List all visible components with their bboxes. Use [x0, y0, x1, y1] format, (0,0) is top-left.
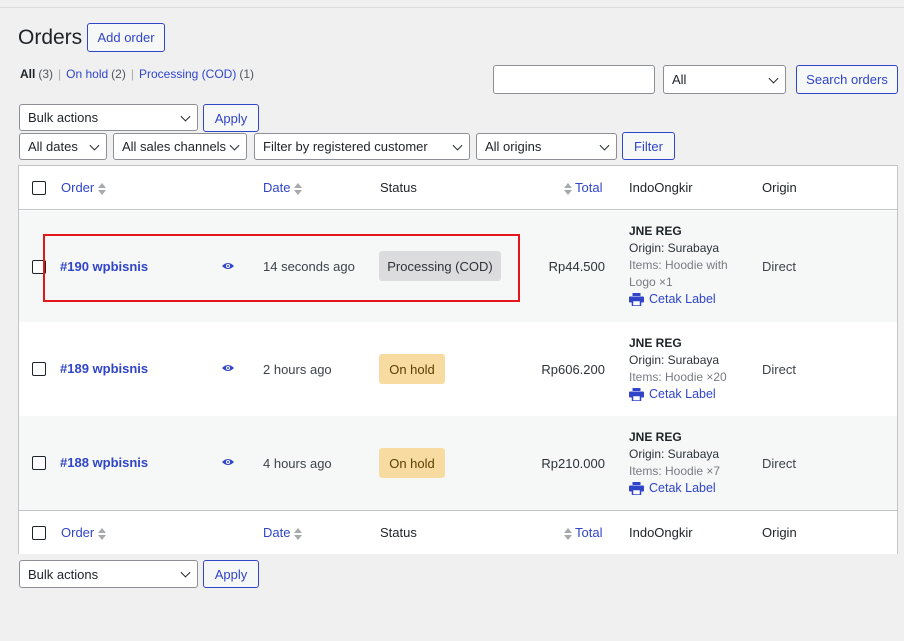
sort-icon — [98, 527, 107, 540]
chevron-down-icon — [768, 73, 779, 84]
select-all-checkbox[interactable] — [32, 181, 46, 195]
ship-items: Items: Hoodie ×20 — [629, 370, 727, 384]
courier: JNE REG — [629, 336, 682, 350]
ship-origin: Origin: Surabaya — [629, 241, 720, 255]
order-link[interactable]: #188 wpbisnis — [60, 455, 148, 470]
sort-icon — [564, 527, 572, 540]
column-status: Status — [380, 525, 417, 540]
order-link[interactable]: #189 wpbisnis — [60, 361, 148, 376]
ship-items: Items: Hoodie ×7 — [629, 464, 721, 478]
printer-icon — [629, 388, 644, 401]
filter-sales-channels-select[interactable]: All sales channels — [113, 133, 247, 160]
print-label-link[interactable]: Cetak Label — [629, 291, 741, 308]
column-indoongkir: IndoOngkir — [629, 525, 693, 540]
select-all-checkbox-footer[interactable] — [32, 526, 46, 540]
order-date: 4 hours ago — [263, 456, 332, 471]
ship-origin: Origin: Surabaya — [629, 447, 720, 461]
chevron-down-icon — [180, 111, 191, 122]
orders-table: Order Date Status Total IndoOngkir Origi… — [18, 165, 898, 554]
table-row[interactable]: #188 wpbisnis 4 hours ago On hold Rp210.… — [19, 416, 897, 510]
order-origin: Direct — [762, 259, 796, 274]
order-total: Rp606.200 — [541, 362, 605, 377]
order-origin: Direct — [762, 362, 796, 377]
column-date[interactable]: Date — [263, 180, 303, 195]
top-divider — [0, 7, 904, 8]
row-checkbox[interactable] — [32, 456, 46, 470]
chevron-down-icon — [89, 140, 100, 151]
page-title: Orders — [18, 26, 83, 49]
separator: | — [130, 67, 134, 81]
filter-dates-select[interactable]: All dates — [19, 133, 107, 160]
ship-items: Items: Hoodie with Logo ×1 — [629, 258, 728, 289]
courier: JNE REG — [629, 224, 682, 238]
order-origin: Direct — [762, 456, 796, 471]
status-badge: On hold — [379, 448, 445, 478]
search-input[interactable] — [493, 65, 655, 94]
status-link-all[interactable]: All (3) — [20, 67, 53, 81]
chevron-down-icon — [599, 140, 610, 151]
order-total: Rp210.000 — [541, 456, 605, 471]
table-row[interactable]: #189 wpbisnis 2 hours ago On hold Rp606.… — [19, 322, 897, 416]
table-footer: Order Date Status Total IndoOngkir Origi… — [19, 510, 897, 554]
column-origin: Origin — [762, 525, 797, 540]
filter-customer-select[interactable]: Filter by registered customer — [254, 133, 470, 160]
bulk-actions-select-bottom[interactable]: Bulk actions — [19, 560, 198, 588]
eye-icon[interactable] — [222, 364, 234, 372]
status-filter-links: All (3) | On hold (2) | Processing (COD) (1… — [20, 67, 254, 81]
filter-origins-select[interactable]: All origins — [476, 133, 617, 160]
filter-button[interactable]: Filter — [622, 132, 675, 160]
apply-button-top[interactable]: Apply — [203, 104, 259, 132]
printer-icon — [629, 293, 644, 306]
print-label-link[interactable]: Cetak Label — [629, 480, 741, 497]
column-indoongkir: IndoOngkir — [629, 180, 693, 195]
column-origin: Origin — [762, 180, 797, 195]
apply-button-bottom[interactable]: Apply — [203, 560, 259, 588]
search-orders-button[interactable]: Search orders — [796, 65, 898, 94]
column-order[interactable]: Order — [61, 525, 107, 540]
sort-icon — [564, 182, 572, 195]
search-type-select[interactable]: All — [663, 65, 786, 94]
status-link-on-hold[interactable]: On hold (2) — [66, 67, 126, 81]
separator: | — [58, 67, 62, 81]
sort-icon — [294, 182, 303, 195]
status-link-processing-cod[interactable]: Processing (COD) (1) — [139, 67, 254, 81]
printer-icon — [629, 482, 644, 495]
sort-icon — [294, 527, 303, 540]
chevron-down-icon — [452, 140, 463, 151]
order-total: Rp44.500 — [548, 259, 605, 274]
table-header: Order Date Status Total IndoOngkir Origi… — [19, 166, 897, 210]
column-order[interactable]: Order — [61, 180, 107, 195]
column-date[interactable]: Date — [263, 525, 303, 540]
column-total[interactable]: Total — [564, 180, 602, 195]
highlight-box — [43, 234, 520, 302]
column-status: Status — [380, 180, 417, 195]
chevron-down-icon — [229, 140, 240, 151]
courier: JNE REG — [629, 430, 682, 444]
row-checkbox[interactable] — [32, 362, 46, 376]
shipping-info: JNE REG Origin: Surabaya Items: Hoodie ×… — [629, 429, 741, 497]
print-label-link[interactable]: Cetak Label — [629, 386, 741, 403]
sort-icon — [98, 182, 107, 195]
chevron-down-icon — [180, 567, 191, 578]
ship-origin: Origin: Surabaya — [629, 353, 720, 367]
status-badge: On hold — [379, 354, 445, 384]
eye-icon[interactable] — [222, 458, 234, 466]
bulk-actions-select-top[interactable]: Bulk actions — [19, 104, 198, 131]
add-order-button[interactable]: Add order — [87, 23, 165, 52]
column-total[interactable]: Total — [564, 525, 602, 540]
order-date: 2 hours ago — [263, 362, 332, 377]
shipping-info: JNE REG Origin: Surabaya Items: Hoodie w… — [629, 223, 741, 308]
shipping-info: JNE REG Origin: Surabaya Items: Hoodie ×… — [629, 335, 741, 403]
